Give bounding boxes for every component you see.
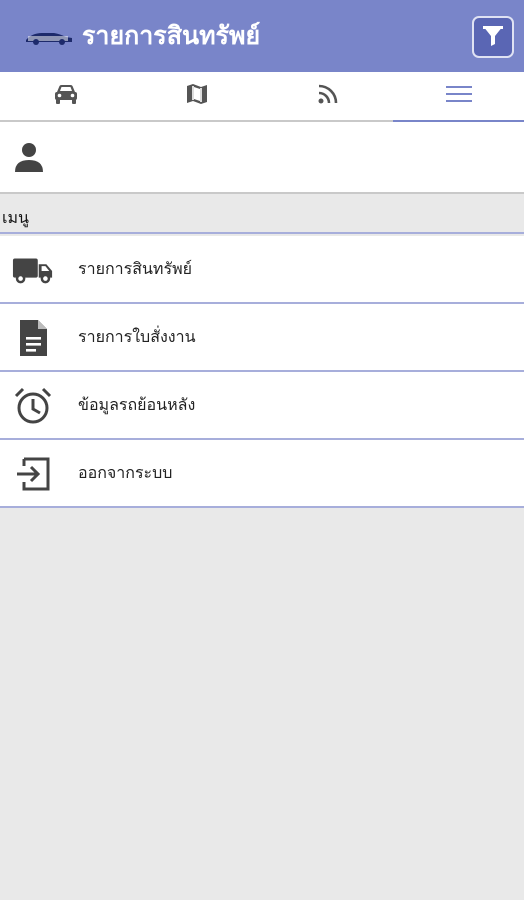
menu-item-label: ข้อมูลรถย้อนหลัง: [78, 395, 196, 414]
logout-icon: [12, 454, 54, 494]
rss-icon: [317, 83, 339, 109]
tab-map[interactable]: [131, 72, 262, 120]
map-icon: [185, 82, 209, 110]
tab-vehicles[interactable]: [0, 72, 131, 120]
alarm-clock-icon: [12, 386, 54, 426]
tab-bar: [0, 72, 524, 122]
tab-feed[interactable]: [262, 72, 393, 120]
menu-section-header: เมนู: [0, 196, 524, 234]
car-icon: [53, 83, 79, 109]
menu-item-work-orders[interactable]: รายการใบสั่งงาน: [0, 304, 524, 372]
menu-item-history[interactable]: ข้อมูลรถย้อนหลัง: [0, 372, 524, 440]
menu-section-label: เมนู: [2, 208, 29, 227]
tab-menu[interactable]: [393, 72, 524, 122]
menu-icon: [445, 84, 473, 108]
menu-item-assets[interactable]: รายการสินทรัพย์: [0, 236, 524, 304]
page-title: รายการสินทรัพย์: [82, 21, 261, 50]
filter-button[interactable]: [472, 16, 514, 58]
person-icon: [12, 140, 46, 178]
user-profile[interactable]: [0, 122, 524, 194]
truck-icon: [12, 250, 54, 290]
menu-item-logout[interactable]: ออกจากระบบ: [0, 440, 524, 508]
app-header: รายการสินทรัพย์: [0, 0, 524, 72]
menu-item-label: รายการใบสั่งงาน: [78, 327, 196, 346]
menu-item-label: ออกจากระบบ: [78, 463, 173, 482]
filter-icon: [480, 22, 506, 52]
menu-item-label: รายการสินทรัพย์: [78, 259, 192, 278]
car-logo-icon: [24, 27, 74, 47]
document-icon: [12, 318, 54, 358]
